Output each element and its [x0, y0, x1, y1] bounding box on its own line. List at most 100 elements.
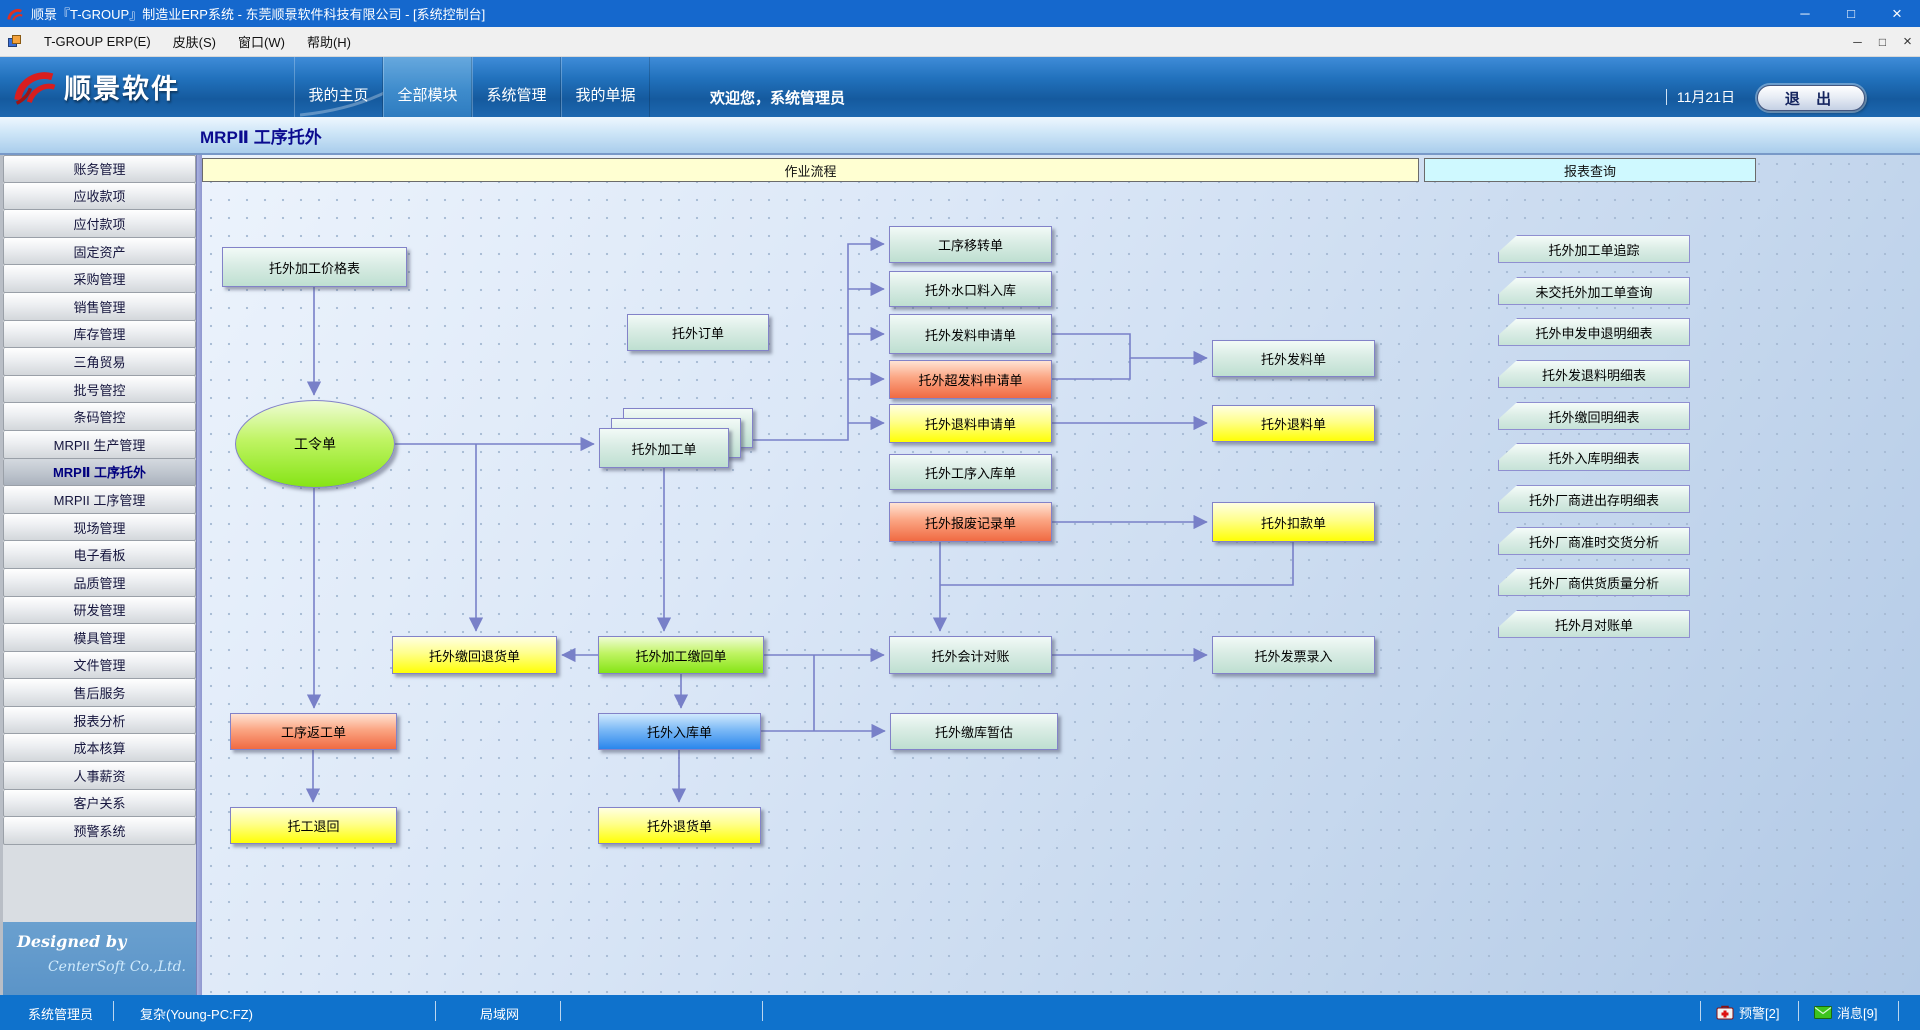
company-text: CenterSoft Co.,Ltd. [17, 959, 186, 975]
sidebar-item-finance[interactable]: 账务管理 [3, 155, 196, 183]
report-vendor-inout-stock-detail[interactable]: 托外厂商进出存明细表 [1498, 485, 1690, 513]
report-vendor-ontime-delivery[interactable]: 托外厂商准时交货分析 [1498, 527, 1690, 555]
node-warehouse-estimate[interactable]: 托外缴库暂估 [890, 713, 1058, 750]
sidebar-item-shopfloor[interactable]: 现场管理 [3, 514, 196, 542]
alert-kit-icon [1716, 1005, 1734, 1020]
status-separator [435, 1001, 436, 1021]
sidebar-item-mrp2-production[interactable]: MRPII 生产管理 [3, 431, 196, 459]
status-user: 系统管理员 [28, 1004, 93, 1023]
message-label: 消息[9] [1837, 1003, 1877, 1022]
sidebar-item-payables[interactable]: 应付款项 [3, 210, 196, 238]
report-monthly-statement[interactable]: 托外月对账单 [1498, 610, 1690, 638]
report-submit-detail[interactable]: 托外缴回明细表 [1498, 402, 1690, 430]
sidebar-item-alert-system[interactable]: 预警系统 [3, 817, 196, 845]
sidebar-item-report-analysis[interactable]: 报表分析 [3, 707, 196, 735]
report-vendor-supply-quality[interactable]: 托外厂商供货质量分析 [1498, 568, 1690, 596]
node-issue-request[interactable]: 托外发料申请单 [889, 314, 1052, 354]
nav-tabs: 我的主页 全部模块 系统管理 我的单据 [294, 57, 650, 117]
minimize-icon[interactable]: ─ [1782, 0, 1828, 27]
node-issue-note[interactable]: 托外发料单 [1212, 340, 1375, 377]
node-process-rework[interactable]: 工序返工单 [230, 713, 397, 750]
sidebar-item-triangle-trade[interactable]: 三角贸易 [3, 348, 196, 376]
mdi-close-icon[interactable]: × [1895, 33, 1920, 50]
tab-my-documents[interactable]: 我的单据 [561, 57, 650, 117]
sidebar-item-sales[interactable]: 销售管理 [3, 293, 196, 321]
status-separator [762, 1001, 763, 1021]
node-warehouse-in[interactable]: 托外入库单 [598, 713, 761, 750]
status-separator [1898, 1001, 1899, 1021]
page-title-bar: MRPⅡ 工序托外 [0, 117, 1920, 155]
node-nozzle-material-in[interactable]: 托外水口料入库 [889, 271, 1052, 307]
designed-by-panel: Designed by CenterSoft Co.,Ltd. [3, 922, 196, 995]
sidebar-item-inventory[interactable]: 库存管理 [3, 321, 196, 349]
node-process-order[interactable]: 托外加工单 [599, 428, 729, 468]
node-goods-return[interactable]: 托外退货单 [598, 807, 761, 844]
node-return-note[interactable]: 托外退料单 [1212, 405, 1375, 442]
node-work-order[interactable]: 工令单 [235, 400, 395, 488]
node-deduction-note[interactable]: 托外扣款单 [1212, 502, 1375, 542]
tab-all-modules[interactable]: 全部模块 [383, 57, 472, 117]
app-logo-icon [6, 5, 24, 23]
status-alert[interactable]: 预警[2] [1716, 1003, 1779, 1022]
status-message[interactable]: 消息[9] [1814, 1003, 1877, 1022]
node-process-submit[interactable]: 托外加工缴回单 [598, 636, 764, 674]
exit-button[interactable]: 退 出 [1757, 85, 1865, 111]
tab-my-home[interactable]: 我的主页 [294, 57, 383, 117]
node-outsource-order[interactable]: 托外订单 [627, 314, 769, 351]
sidebar-item-e-kanban[interactable]: 电子看板 [3, 541, 196, 569]
sidebar-item-batch-control[interactable]: 批号管控 [3, 376, 196, 404]
report-undelivered-order-query[interactable]: 未交托外加工单查询 [1498, 277, 1690, 305]
node-price-list[interactable]: 托外加工价格表 [222, 247, 407, 287]
status-separator [1700, 1001, 1701, 1021]
sidebar-item-crm[interactable]: 客户关系 [3, 790, 196, 818]
mdi-minimize-icon[interactable]: ─ [1845, 35, 1870, 49]
node-return-request[interactable]: 托外退料申请单 [889, 404, 1052, 443]
node-over-issue-request[interactable]: 托外超发料申请单 [889, 360, 1052, 399]
date-text: 11月21日 [1677, 87, 1735, 107]
report-request-issue-return-detail[interactable]: 托外申发申退明细表 [1498, 318, 1690, 346]
flow-canvas: 作业流程 报表查询 [202, 155, 1920, 995]
status-separator [113, 1001, 114, 1021]
status-bar: 系统管理员 复杂(Young-PC:FZ) 局域网 预警[2] 消息[9] [0, 995, 1920, 1030]
menu-help[interactable]: 帮助(H) [296, 28, 362, 55]
node-submit-return-goods[interactable]: 托外缴回退货单 [392, 636, 557, 674]
sidebar-item-fixed-assets[interactable]: 固定资产 [3, 238, 196, 266]
menu-window[interactable]: 窗口(W) [227, 28, 296, 55]
sidebar-item-after-sales[interactable]: 售后服务 [3, 679, 196, 707]
sidebar-item-quality[interactable]: 品质管理 [3, 569, 196, 597]
sidebar-item-mold[interactable]: 模具管理 [3, 624, 196, 652]
sidebar-item-barcode-control[interactable]: 条码管控 [3, 403, 196, 431]
node-rework-return[interactable]: 托工退回 [230, 807, 397, 844]
node-process-warehouse-in[interactable]: 托外工序入库单 [889, 454, 1052, 490]
report-issue-return-detail[interactable]: 托外发退料明细表 [1498, 360, 1690, 388]
sidebar-item-receivables[interactable]: 应收款项 [3, 183, 196, 211]
close-icon[interactable]: × [1874, 0, 1920, 27]
mdi-restore-icon[interactable]: □ [1870, 35, 1895, 49]
status-separator [1798, 1001, 1799, 1021]
welcome-text: 欢迎您，系统管理员 [710, 87, 845, 108]
mdi-document-icon [8, 35, 23, 49]
logo-swoosh-icon [12, 65, 58, 107]
report-process-order-tracking[interactable]: 托外加工单追踪 [1498, 235, 1690, 263]
sidebar-item-files[interactable]: 文件管理 [3, 652, 196, 680]
alert-label: 预警[2] [1739, 1003, 1779, 1022]
banner: 顺景软件 我的主页 全部模块 系统管理 我的单据 欢迎您，系统管理员 11月21… [0, 57, 1920, 117]
tab-system-management[interactable]: 系统管理 [472, 57, 561, 117]
designed-by-text: Designed by [17, 932, 186, 951]
node-accounting-reconciliation[interactable]: 托外会计对账 [889, 636, 1052, 674]
sidebar-item-rnd[interactable]: 研发管理 [3, 597, 196, 625]
node-scrap-record[interactable]: 托外报废记录单 [889, 502, 1052, 542]
page-title: MRPⅡ 工序托外 [200, 123, 322, 148]
sidebar-item-hr-payroll[interactable]: 人事薪资 [3, 762, 196, 790]
maximize-icon[interactable]: □ [1828, 0, 1874, 27]
menu-skin[interactable]: 皮肤(S) [162, 28, 227, 55]
sidebar-item-costing[interactable]: 成本核算 [3, 734, 196, 762]
report-warehouse-in-detail[interactable]: 托外入库明细表 [1498, 443, 1690, 471]
sidebar-item-mrp2-process-outsourcing[interactable]: MRPⅡ 工序托外 [3, 459, 196, 487]
node-process-transfer[interactable]: 工序移转单 [889, 226, 1052, 263]
node-invoice-entry[interactable]: 托外发票录入 [1212, 636, 1375, 674]
menu-tgroup-erp[interactable]: T-GROUP ERP(E) [33, 30, 162, 53]
sidebar-item-mrp2-process-management[interactable]: MRPII 工序管理 [3, 486, 196, 514]
status-separator [560, 1001, 561, 1021]
sidebar-item-purchasing[interactable]: 采购管理 [3, 265, 196, 293]
